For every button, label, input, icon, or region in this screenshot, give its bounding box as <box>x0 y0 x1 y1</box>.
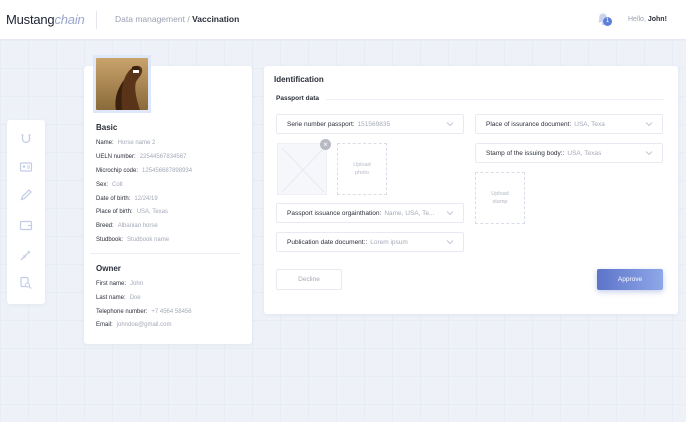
basic-section-title: Basic <box>96 123 118 132</box>
field-label: First name: <box>96 281 127 287</box>
field-value: Studbook name <box>127 237 170 243</box>
field-value: 12/24/19 <box>134 196 158 202</box>
field-label: Last name: <box>96 295 126 301</box>
placeholder-cross-icon <box>281 147 325 193</box>
chevron-down-icon <box>645 151 653 156</box>
uploaded-photo-slot <box>277 143 327 195</box>
header-divider <box>96 11 97 29</box>
field-label: Sex: <box>96 182 109 188</box>
field-label: Name: <box>96 140 114 146</box>
owner-field-last-name: Last name: Doe <box>96 295 141 301</box>
upload-line: photo <box>355 170 369 176</box>
upload-line: Upload <box>491 191 509 197</box>
chevron-down-icon <box>446 211 454 216</box>
id-card-icon[interactable] <box>19 160 33 174</box>
passport-data-heading: Passport data <box>276 95 319 102</box>
basic-field-place-of-birth: Place of birth: USA, Texas <box>96 209 168 215</box>
field-label: Breed: <box>96 223 114 229</box>
breadcrumb-separator: / <box>187 14 190 24</box>
field-label: Studbook: <box>96 237 124 243</box>
chevron-down-icon <box>446 122 454 127</box>
side-navigation <box>7 120 45 304</box>
user-name: John! <box>647 16 667 23</box>
chevron-down-icon <box>645 122 653 127</box>
breadcrumb: Data management / Vaccination <box>115 14 239 24</box>
field-label: Email: <box>96 322 113 328</box>
logo-accent-text: chain <box>54 12 85 27</box>
upload-photo-label: Upload photo <box>353 161 370 177</box>
field-value: Albanian horse <box>117 223 158 229</box>
identification-title: Identification <box>274 75 324 84</box>
horse-photo <box>96 58 148 110</box>
upload-line: Upload <box>353 162 371 168</box>
user-greeting[interactable]: Hello, John! <box>628 16 667 23</box>
syringe-icon[interactable] <box>19 248 33 262</box>
owner-field-first-name: First name: John <box>96 281 143 287</box>
field-value: 125456687898934 <box>142 168 193 174</box>
field-value: Colt <box>112 182 123 188</box>
field-label: Telephone number: <box>96 309 148 315</box>
basic-field-name: Name: Horse name 2 <box>96 140 155 146</box>
owner-section-title: Owner <box>96 264 121 273</box>
field-value: +7 4564 58456 <box>151 309 192 315</box>
breadcrumb-current: Vaccination <box>192 14 240 24</box>
logo-main-text: Mustang <box>6 12 55 27</box>
field-value: USA, Texas <box>136 209 168 215</box>
basic-field-microchip: Microchip code: 125456687898934 <box>96 168 192 174</box>
search-document-icon[interactable] <box>19 276 33 290</box>
field-label: Publication date document:: <box>287 238 368 246</box>
field-value: Horse name 2 <box>117 140 156 146</box>
field-value: johndoe@gmail.com <box>116 322 172 328</box>
basic-field-breed: Breed: Albanian horse <box>96 223 158 229</box>
chevron-down-icon <box>446 240 454 245</box>
basic-field-dob: Date of birth: 12/24/19 <box>96 196 158 202</box>
owner-field-email: Email: johndoe@gmail.com <box>96 322 171 328</box>
decline-button[interactable]: Decline <box>276 269 342 290</box>
field-value: Lorem ipsum <box>370 238 408 246</box>
place-of-issuance-select[interactable]: Place of issurance document: USA, Texa <box>475 114 663 134</box>
field-value: Doe <box>129 295 141 301</box>
field-label: Place of birth: <box>96 209 133 215</box>
approve-button[interactable]: Approve <box>597 269 663 290</box>
field-value: USA, Texas <box>567 149 602 157</box>
greeting-text: Hello, <box>628 16 646 23</box>
basic-field-sex: Sex: Colt <box>96 182 123 188</box>
breadcrumb-parent[interactable]: Data management <box>115 14 185 24</box>
upload-stamp-button[interactable]: Upload stamp <box>475 172 525 224</box>
upload-stamp-label: Upload stamp <box>491 190 508 206</box>
upload-photo-button[interactable]: Upload photo <box>337 143 387 195</box>
field-value: 22544567834567 <box>139 154 187 160</box>
remove-photo-button[interactable]: × <box>320 139 331 150</box>
basic-field-studbook: Studbook: Studbook name <box>96 237 169 243</box>
notification-badge: 1 <box>603 17 612 26</box>
basic-field-ueln: UELN number: 22544567834567 <box>96 154 186 160</box>
horseshoe-icon[interactable] <box>19 132 33 146</box>
field-label: Stamp of the issuing body:: <box>486 149 565 157</box>
field-value: John <box>130 281 144 287</box>
serie-number-select[interactable]: Serie number passport: 151569835 <box>276 114 464 134</box>
app-logo[interactable]: Mustangchain <box>6 12 85 27</box>
field-value: 151569835 <box>357 120 391 128</box>
section-divider <box>90 253 240 254</box>
upload-line: stamp <box>492 199 508 205</box>
pencil-icon[interactable] <box>19 188 33 202</box>
stamp-issuing-body-select[interactable]: Stamp of the issuing body:: USA, Texas <box>475 143 663 163</box>
field-label: Date of birth: <box>96 196 131 202</box>
top-bar: Mustangchain Data management / Vaccinati… <box>0 0 686 40</box>
field-label: Passport issuance orgainthation: <box>287 209 382 217</box>
field-value: Name, USA, Te... <box>384 209 435 217</box>
issuance-organisation-select[interactable]: Passport issuance orgainthation: Name, US… <box>276 203 464 223</box>
field-label: Microchip code: <box>96 168 139 174</box>
field-label: Serie number passport: <box>287 120 355 128</box>
owner-field-telephone: Telephone number: +7 4564 58456 <box>96 309 192 315</box>
wallet-icon[interactable] <box>19 218 33 232</box>
passport-data-divider <box>326 99 664 100</box>
publication-date-select[interactable]: Publication date document:: Lorem ipsum <box>276 232 464 252</box>
field-value: USA, Texa <box>574 120 605 128</box>
field-label: Place of issurance document: <box>486 120 572 128</box>
field-label: UELN number: <box>96 154 136 160</box>
